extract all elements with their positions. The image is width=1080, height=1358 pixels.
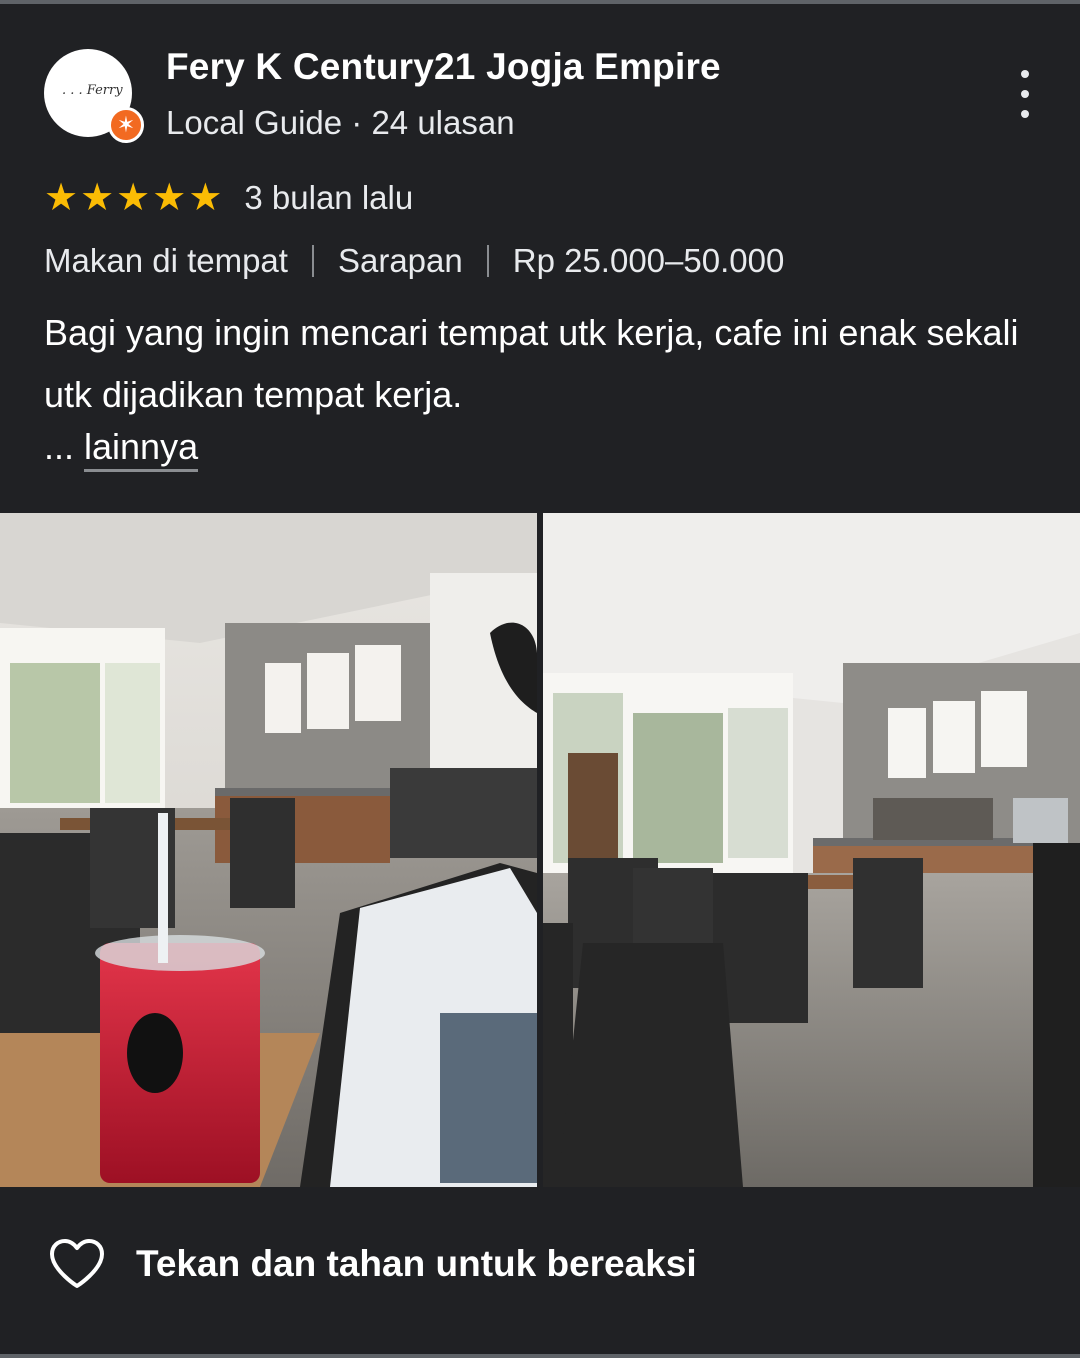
photo-cafe-drink-tablet-image [0, 513, 537, 1187]
photo-cafe-interior[interactable] [543, 513, 1080, 1187]
top-divider [0, 0, 1080, 4]
review-text: Bagi yang ingin mencari tempat utk kerja… [44, 312, 1019, 415]
review-tags: Makan di tempat Sarapan Rp 25.000–50.000 [44, 242, 784, 280]
reaction-hint: Tekan dan tahan untuk bereaksi [136, 1243, 697, 1284]
avatar[interactable]: . . . Ferry ✶ [44, 49, 144, 143]
heart-outline-icon[interactable] [48, 1238, 106, 1290]
tag-divider [486, 245, 489, 277]
read-more: ... lainnya [44, 426, 199, 472]
tag-meal: Sarapan [337, 242, 463, 279]
star-icon: ★ [44, 177, 79, 219]
photo-cafe-interior-image [543, 513, 1080, 1187]
photo-cafe-drink-tablet[interactable] [0, 513, 537, 1187]
tag-price: Rp 25.000–50.000 [512, 242, 785, 279]
star-rating: ★ ★ ★ ★ ★ [44, 179, 222, 217]
read-more-link[interactable]: lainnya [84, 426, 199, 472]
read-more-ellipsis: ... [44, 426, 85, 467]
author-name[interactable]: Fery K Century21 Jogja Empire [166, 46, 721, 88]
bottom-divider [0, 1354, 1080, 1358]
star-icon: ★ [116, 177, 151, 219]
review-time: 3 bulan lalu [244, 179, 414, 216]
star-icon: ★ [80, 177, 115, 219]
author-meta: Local Guide · 24 ulasan [166, 104, 515, 141]
avatar-signature: . . . Ferry [62, 83, 123, 98]
reaction-row[interactable]: Tekan dan tahan untuk bereaksi [48, 1234, 697, 1294]
review-header: . . . Ferry ✶ Fery K Century21 Jogja Emp… [44, 46, 1044, 146]
tag-divider [311, 245, 314, 277]
star-icon: ★ [152, 177, 187, 219]
local-guide-badge-icon: ✶ [108, 107, 144, 143]
more-vert-icon[interactable] [1010, 70, 1040, 118]
rating-row: ★ ★ ★ ★ ★ 3 bulan lalu [44, 176, 413, 220]
star-icon: ★ [188, 177, 223, 219]
tag-service: Makan di tempat [44, 242, 288, 279]
